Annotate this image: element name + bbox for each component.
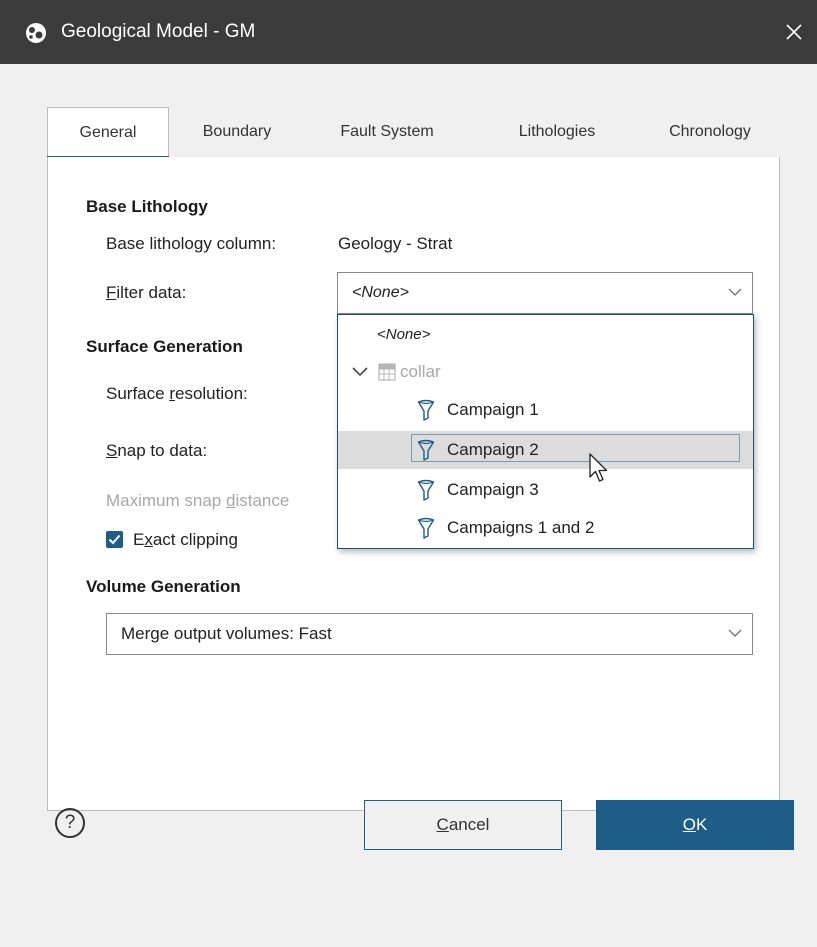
ok-button[interactable]: OK bbox=[596, 800, 794, 850]
close-button[interactable] bbox=[771, 0, 817, 64]
exact-clipping-label[interactable]: Exact clipping bbox=[133, 530, 238, 550]
merge-output-volumes-select[interactable]: Merge output volumes: Fast bbox=[106, 613, 753, 655]
label-text: K bbox=[695, 815, 708, 834]
button-label: OK bbox=[683, 815, 708, 835]
filter-data-label: Filter data: bbox=[106, 283, 186, 303]
tab-label: Lithologies bbox=[518, 123, 596, 140]
close-icon bbox=[786, 24, 802, 40]
tab-boundary[interactable]: Boundary bbox=[182, 107, 292, 157]
option-label: Campaigns 1 and 2 bbox=[447, 518, 595, 537]
filter-icon bbox=[417, 479, 435, 501]
dropdown-option-campaigns-1-and-2[interactable]: Campaigns 1 and 2 bbox=[338, 509, 753, 547]
label-text: Maximum snap bbox=[106, 491, 226, 510]
mnemonic: O bbox=[682, 815, 696, 834]
surface-resolution-label: Surface resolution: bbox=[106, 384, 248, 404]
chevron-down-icon bbox=[728, 288, 742, 296]
focus-rect bbox=[411, 434, 740, 462]
chevron-down-icon[interactable] bbox=[352, 366, 368, 378]
checkmark-icon bbox=[108, 534, 121, 545]
mnemonic: S bbox=[106, 441, 118, 460]
group-label: collar bbox=[400, 362, 441, 381]
label-text: Surface bbox=[106, 384, 170, 403]
tab-label: Chronology bbox=[669, 123, 751, 140]
label-text: ancel bbox=[448, 815, 490, 834]
label-text: ilter data: bbox=[116, 283, 187, 302]
mnemonic: F bbox=[106, 283, 117, 302]
tab-bar: General Boundary Fault System Lithologie… bbox=[47, 107, 779, 159]
base-lithology-column-label: Base lithology column: bbox=[106, 234, 277, 253]
exact-clipping-checkbox[interactable] bbox=[106, 531, 123, 548]
label-text: esolution: bbox=[174, 384, 248, 403]
geomodel-icon bbox=[26, 23, 46, 43]
filter-icon bbox=[417, 517, 435, 539]
button-label: Cancel bbox=[437, 815, 490, 835]
tab-general[interactable]: General bbox=[47, 107, 169, 159]
dropdown-option-campaign-1[interactable]: Campaign 1 bbox=[338, 391, 753, 429]
label-text: E bbox=[133, 530, 145, 549]
surface-generation-heading: Surface Generation bbox=[86, 337, 243, 356]
dropdown-option-none[interactable]: <None> bbox=[338, 315, 753, 353]
tab-label: General bbox=[79, 124, 137, 141]
chevron-down-icon bbox=[728, 629, 742, 637]
filter-data-value: <None> bbox=[352, 284, 409, 301]
title-bar: Geological Model - GM bbox=[0, 0, 817, 64]
option-label: Campaign 3 bbox=[447, 480, 539, 499]
base-lithology-column-value: Geology - Strat bbox=[338, 234, 453, 253]
tab-lithologies[interactable]: Lithologies bbox=[492, 107, 622, 157]
tab-label: Fault System bbox=[340, 123, 434, 140]
base-lithology-heading: Base Lithology bbox=[86, 197, 208, 216]
table-icon bbox=[378, 363, 396, 381]
tab-chronology[interactable]: Chronology bbox=[647, 107, 773, 157]
help-icon: ? bbox=[64, 812, 76, 833]
filter-icon bbox=[417, 399, 435, 421]
window-title: Geological Model - GM bbox=[61, 21, 256, 42]
tab-label: Boundary bbox=[202, 123, 272, 140]
filter-data-dropdown: <None> collar Campaign 1 Campaign 2 Camp… bbox=[337, 314, 754, 549]
maximum-snap-distance-label: Maximum snap distance bbox=[106, 491, 289, 511]
mnemonic: C bbox=[436, 815, 449, 834]
dropdown-option-campaign-2[interactable]: Campaign 2 bbox=[338, 431, 753, 469]
label-text: act clipping bbox=[152, 530, 238, 549]
option-label: <None> bbox=[377, 325, 431, 343]
volume-generation-heading: Volume Generation bbox=[86, 577, 241, 596]
dropdown-group-collar[interactable]: collar bbox=[338, 353, 753, 391]
snap-to-data-label: Snap to data: bbox=[106, 441, 207, 461]
filter-data-select[interactable]: <None> bbox=[337, 272, 753, 314]
option-label: Campaign 1 bbox=[447, 400, 539, 419]
label-text: istance bbox=[235, 491, 290, 510]
mouse-cursor-icon bbox=[589, 453, 608, 482]
label-text: nap to data: bbox=[117, 441, 208, 460]
cancel-button[interactable]: Cancel bbox=[364, 800, 562, 850]
merge-output-volumes-value: Merge output volumes: Fast bbox=[121, 624, 332, 643]
mnemonic: x bbox=[144, 530, 153, 549]
tab-fault-system[interactable]: Fault System bbox=[317, 107, 457, 157]
dropdown-option-campaign-3[interactable]: Campaign 3 bbox=[338, 471, 753, 509]
help-button[interactable]: ? bbox=[55, 808, 85, 838]
